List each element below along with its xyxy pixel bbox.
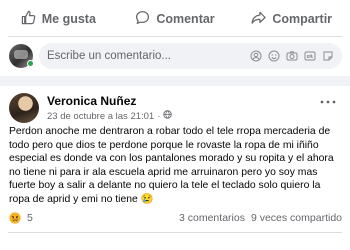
separator-dot: · [157, 110, 161, 122]
like-button[interactable]: Me gusta [0, 6, 117, 32]
divider [8, 36, 342, 37]
camera-icon[interactable] [286, 50, 298, 62]
post-meta: 23 de octubre a las 21:01 · [47, 110, 173, 122]
comment-input[interactable]: Escribe un comentario... [39, 43, 342, 69]
post-stats: 5 3 comentarios 9 veces compartido [9, 210, 342, 226]
like-label: Me gusta [41, 12, 96, 26]
comment-icon [135, 10, 150, 28]
globe-icon [163, 110, 173, 122]
previous-post-card: Me gusta Comentar Compartir Escribe un c… [0, 0, 350, 76]
comment-button[interactable]: Comentar [117, 6, 234, 32]
comment-composer: Escribe un comentario... [9, 42, 342, 70]
share-label: Compartir [272, 12, 333, 26]
like-icon [21, 10, 36, 28]
reaction-count[interactable]: 5 [27, 212, 33, 224]
shares-count[interactable]: 9 veces compartido [251, 212, 342, 224]
share-button[interactable]: Compartir [233, 6, 350, 32]
more-icon [320, 100, 336, 104]
comments-count[interactable]: 3 comentarios [179, 212, 245, 224]
emoji-icon[interactable] [268, 50, 280, 62]
post-header: Veronica Nuñez 23 de octubre a las 21:01… [9, 92, 342, 123]
sticker-icon[interactable] [322, 50, 334, 62]
post-card: Veronica Nuñez 23 de octubre a las 21:01… [0, 86, 350, 250]
author-avatar[interactable] [9, 93, 39, 123]
engagement-counts: 3 comentarios 9 veces compartido [179, 212, 342, 224]
sad-reaction-icon[interactable] [9, 212, 21, 224]
action-bar: Me gusta Comentar Compartir [0, 6, 350, 32]
avatar-sticker-icon[interactable] [250, 50, 262, 62]
comment-label: Comentar [156, 12, 215, 26]
comment-tools [250, 50, 334, 62]
post-timestamp[interactable]: 23 de octubre a las 21:01 [47, 111, 154, 122]
author-name[interactable]: Veronica Nuñez [47, 94, 136, 108]
post-text: Perdon anoche me dentraron a robar todo … [9, 126, 334, 205]
share-icon [251, 10, 266, 28]
divider [8, 232, 342, 233]
more-options-button[interactable] [320, 96, 336, 108]
comment-placeholder: Escribe un comentario... [47, 50, 172, 62]
gif-icon[interactable] [304, 50, 316, 62]
online-status-dot [27, 60, 34, 67]
